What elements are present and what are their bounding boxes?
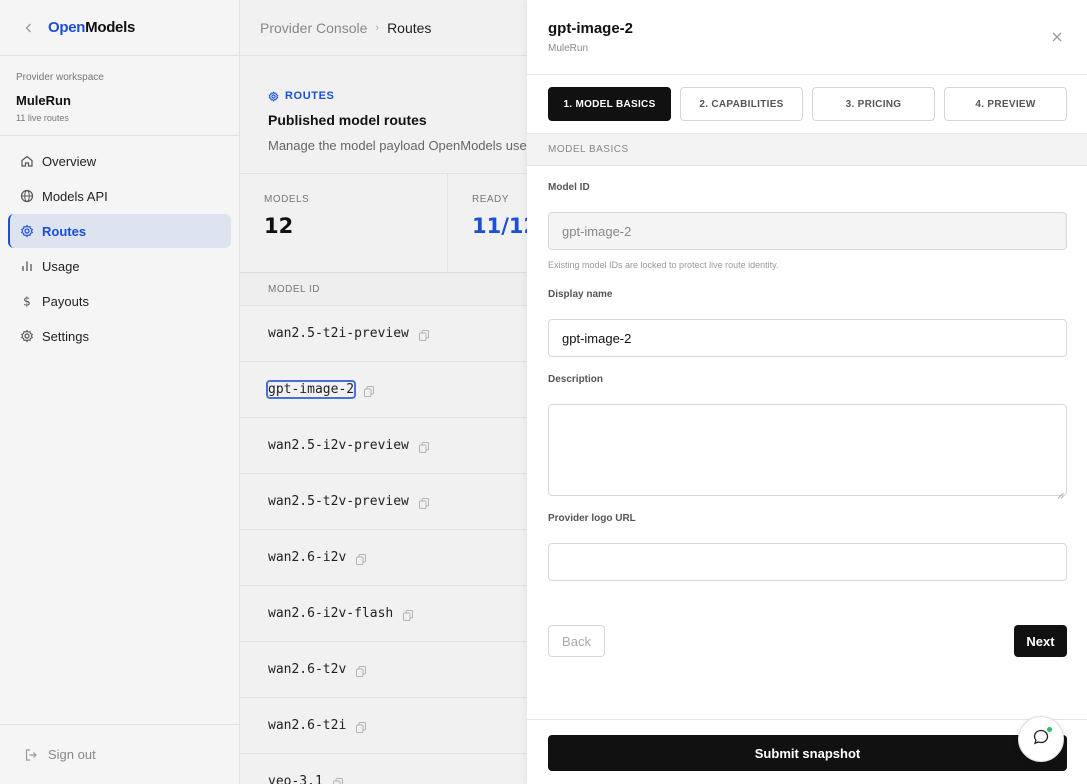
breadcrumb-current: Routes	[387, 19, 432, 36]
column-header-model-id: MODEL ID	[268, 283, 320, 295]
stat-label: MODELS	[264, 194, 310, 205]
drawer-title: gpt-image-2	[548, 20, 634, 37]
copy-icon[interactable]	[364, 384, 375, 397]
logo-part-open: Open	[48, 19, 86, 36]
gear-icon	[20, 329, 34, 343]
model-id-field: gpt-image-2	[548, 212, 1067, 250]
logo-url-label: Provider logo URL	[548, 513, 636, 524]
sign-out-icon	[24, 748, 38, 762]
stat-value: 12	[264, 214, 294, 238]
stat-models: MODELS 12	[240, 174, 448, 272]
section-tag-label: ROUTES	[285, 90, 335, 102]
copy-icon[interactable]	[356, 552, 367, 565]
model-id-cell[interactable]: wan2.5-t2v-preview	[268, 494, 409, 509]
sign-out-label: Sign out	[48, 747, 96, 762]
model-id-cell[interactable]: wan2.5-i2v-preview	[268, 438, 409, 453]
workspace-info: Provider workspace MuleRun 11 live route…	[0, 56, 239, 136]
close-icon[interactable]	[1051, 30, 1063, 42]
sidebar-item-overview[interactable]: Overview	[8, 144, 231, 178]
model-id-cell[interactable]: wan2.5-t2i-preview	[268, 326, 409, 341]
online-status-dot	[1047, 727, 1052, 732]
drawer-footer: Submit snapshot	[527, 719, 1087, 784]
model-id-cell[interactable]: wan2.6-i2v	[268, 550, 346, 565]
bar-chart-icon	[20, 259, 34, 273]
display-name-field[interactable]: gpt-image-2	[548, 319, 1067, 357]
home-icon	[20, 154, 34, 168]
sign-out-button[interactable]: Sign out	[0, 724, 239, 784]
copy-icon[interactable]	[418, 496, 429, 509]
model-id-cell[interactable]: wan2.6-t2v	[268, 662, 346, 677]
back-button[interactable]: Back	[548, 625, 605, 657]
drawer-header: gpt-image-2 MuleRun	[527, 0, 1087, 75]
logo[interactable]: OpenModels	[48, 19, 135, 36]
copy-icon[interactable]	[418, 328, 429, 341]
stepper: 1. MODEL BASICS 2. CAPABILITIES 3. PRICI…	[527, 75, 1087, 134]
step-model-basics[interactable]: 1. MODEL BASICS	[548, 87, 671, 121]
copy-icon[interactable]	[356, 664, 367, 677]
chat-button[interactable]	[1018, 716, 1064, 762]
copy-icon[interactable]	[418, 440, 429, 453]
step-preview[interactable]: 4. PREVIEW	[944, 87, 1067, 121]
sidebar-item-settings[interactable]: Settings	[8, 319, 231, 353]
edit-route-drawer: gpt-image-2 MuleRun 1. MODEL BASICS 2. C…	[527, 0, 1087, 784]
logo-part-models: Models	[85, 19, 136, 36]
sidebar-item-routes[interactable]: Routes	[8, 214, 231, 248]
workspace-route-count: 11 live routes	[16, 113, 69, 123]
dollar-icon: $	[20, 294, 34, 309]
sidebar-item-label: Overview	[42, 153, 97, 169]
copy-icon[interactable]	[332, 776, 343, 784]
globe-icon	[20, 189, 34, 203]
submit-snapshot-button[interactable]: Submit snapshot	[548, 735, 1067, 771]
svg-text:$: $	[23, 295, 31, 309]
model-basics-form: Model ID gpt-image-2 Existing model IDs …	[527, 182, 1087, 581]
copy-icon[interactable]	[356, 720, 367, 733]
chevron-left-icon[interactable]	[22, 21, 36, 35]
model-id-label: Model ID	[548, 182, 590, 193]
sidebar-item-label: Usage	[42, 258, 80, 274]
display-name-label: Display name	[548, 289, 613, 300]
sidebar-item-label: Payouts	[42, 293, 89, 309]
sidebar-item-label: Routes	[42, 223, 87, 239]
logo-url-field[interactable]	[548, 543, 1067, 581]
workspace-name: MuleRun	[16, 93, 71, 108]
sidebar: OpenModels Provider workspace MuleRun 11…	[0, 0, 240, 784]
chevron-right-icon: ›	[375, 21, 380, 34]
sidebar-item-models-api[interactable]: Models API	[8, 179, 231, 213]
sidebar-item-payouts[interactable]: $ Payouts	[8, 284, 231, 318]
sidebar-header: OpenModels	[0, 0, 239, 56]
model-id-cell[interactable]: wan2.6-i2v-flash	[268, 606, 393, 621]
drawer-subtitle: MuleRun	[548, 43, 589, 54]
section-header: MODEL BASICS	[527, 134, 1087, 166]
gear-icon	[268, 90, 279, 102]
next-button[interactable]: Next	[1014, 625, 1067, 657]
resize-handle-icon[interactable]	[1057, 486, 1064, 499]
breadcrumb-root[interactable]: Provider Console	[260, 20, 367, 36]
description-label: Description	[548, 374, 604, 385]
model-id-help: Existing model IDs are locked to protect…	[548, 260, 779, 270]
sidebar-item-label: Models API	[42, 188, 108, 204]
sidebar-item-label: Settings	[42, 328, 89, 344]
model-id-cell[interactable]: veo-3.1	[268, 774, 323, 784]
model-id-cell[interactable]: wan2.6-t2i	[268, 718, 346, 733]
workspace-label: Provider workspace	[16, 72, 104, 83]
description-textarea[interactable]	[548, 404, 1067, 499]
step-pricing[interactable]: 3. PRICING	[812, 87, 935, 121]
sidebar-item-usage[interactable]: Usage	[8, 249, 231, 283]
copy-icon[interactable]	[403, 608, 414, 621]
step-capabilities[interactable]: 2. CAPABILITIES	[680, 87, 803, 121]
gear-icon	[20, 224, 34, 238]
sidebar-nav: Overview Models API Routes Usage $ Payou…	[0, 136, 239, 362]
model-id-cell[interactable]: gpt-image-2	[265, 380, 357, 399]
